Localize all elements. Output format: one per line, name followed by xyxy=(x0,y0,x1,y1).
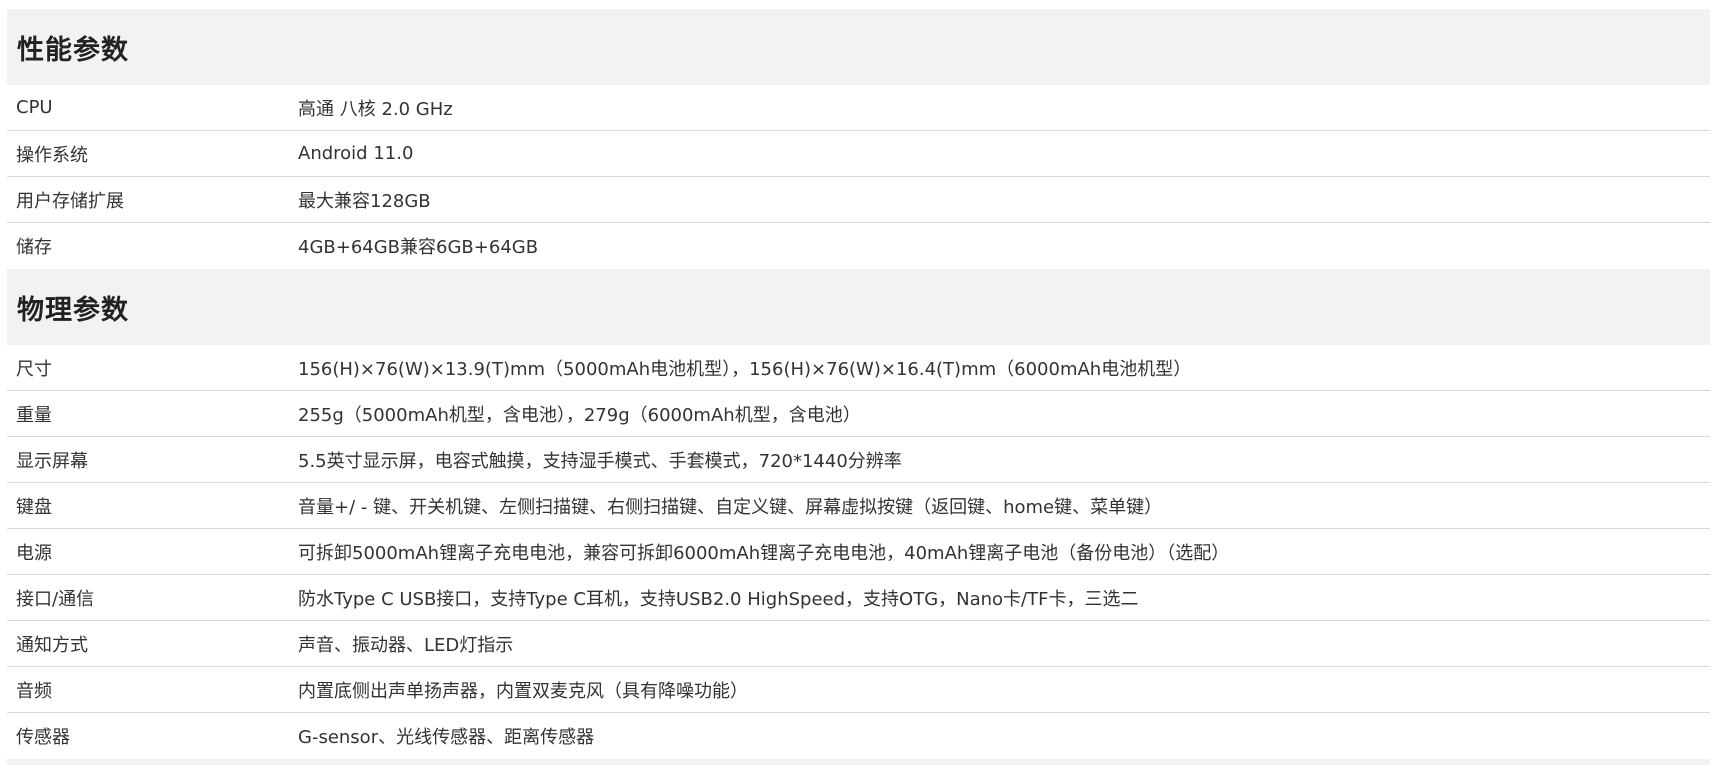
spec-row-display: 显示屏幕 5.5英寸显示屏，电容式触摸，支持湿手模式、手套模式，720*1440… xyxy=(7,437,1710,483)
spec-value: 声音、振动器、LED灯指示 xyxy=(298,634,514,656)
spec-row-interface: 接口/通信 防水Type C USB接口，支持Type C耳机，支持USB2.0… xyxy=(7,575,1710,621)
spec-value: 5.5英寸显示屏，电容式触摸，支持湿手模式、手套模式，720*1440分辨率 xyxy=(298,450,902,472)
spec-label: CPU xyxy=(16,97,53,118)
spec-row-weight: 重量 255g（5000mAh机型，含电池），279g（6000mAh机型，含电… xyxy=(7,391,1710,437)
spec-label: 键盘 xyxy=(16,496,52,518)
spec-value: 最大兼容128GB xyxy=(298,190,431,212)
spec-label: 音频 xyxy=(16,680,52,702)
spec-row-cpu: CPU 高通 八核 2.0 GHz xyxy=(7,85,1710,131)
spec-value: 音量+/ - 键、开关机键、左侧扫描键、右侧扫描键、自定义键、屏幕虚拟按键（返回… xyxy=(298,496,1163,518)
spec-row-audio: 音频 内置底侧出声单扬声器，内置双麦克风（具有降噪功能） xyxy=(7,667,1710,713)
spec-value: 防水Type C USB接口，支持Type C耳机，支持USB2.0 HighS… xyxy=(298,588,1139,610)
spec-value: G-sensor、光线传感器、距离传感器 xyxy=(298,727,595,748)
spec-label: 重量 xyxy=(16,404,52,426)
spec-label: 传感器 xyxy=(16,727,70,748)
spec-label: 储存 xyxy=(16,237,52,258)
spec-value: Android 11.0 xyxy=(298,143,414,164)
spec-row-power: 电源 可拆卸5000mAh锂离子充电电池，兼容可拆卸6000mAh锂离子充电电池… xyxy=(7,529,1710,575)
section-header-physical: 物理参数 xyxy=(7,269,1710,345)
spec-value: 可拆卸5000mAh锂离子充电电池，兼容可拆卸6000mAh锂离子充电电池，40… xyxy=(298,542,1230,564)
spec-value: 4GB+64GB兼容6GB+64GB xyxy=(298,237,539,258)
spec-label: 接口/通信 xyxy=(16,588,95,610)
spec-row-keyboard: 键盘 音量+/ - 键、开关机键、左侧扫描键、右侧扫描键、自定义键、屏幕虚拟按键… xyxy=(7,483,1710,529)
spec-value: 内置底侧出声单扬声器，内置双麦克风（具有降噪功能） xyxy=(298,680,748,702)
section-title: 物理参数 xyxy=(17,294,129,326)
spec-value: 156(H)×76(W)×13.9(T)mm（5000mAh电池机型），156(… xyxy=(298,358,1192,380)
spec-label: 尺寸 xyxy=(16,358,52,380)
spec-label: 电源 xyxy=(16,542,52,564)
spec-row-sensors: 传感器 G-sensor、光线传感器、距离传感器 xyxy=(7,713,1710,759)
spec-table: 性能参数 CPU 高通 八核 2.0 GHz 操作系统 Android 11.0… xyxy=(7,9,1710,765)
spec-row-storage: 储存 4GB+64GB兼容6GB+64GB xyxy=(7,223,1710,269)
section-title: 性能参数 xyxy=(17,34,129,66)
bottom-divider xyxy=(7,759,1710,765)
spec-row-os: 操作系统 Android 11.0 xyxy=(7,131,1710,177)
section-header-performance: 性能参数 xyxy=(7,9,1710,85)
spec-row-dimensions: 尺寸 156(H)×76(W)×13.9(T)mm（5000mAh电池机型），1… xyxy=(7,345,1710,391)
spec-label: 操作系统 xyxy=(16,144,88,166)
spec-label: 通知方式 xyxy=(16,634,88,656)
spec-label: 用户存储扩展 xyxy=(16,190,124,212)
spec-label: 显示屏幕 xyxy=(16,450,88,472)
spec-value: 高通 八核 2.0 GHz xyxy=(298,98,453,120)
spec-row-storage-expansion: 用户存储扩展 最大兼容128GB xyxy=(7,177,1710,223)
spec-row-notification: 通知方式 声音、振动器、LED灯指示 xyxy=(7,621,1710,667)
spec-value: 255g（5000mAh机型，含电池），279g（6000mAh机型，含电池） xyxy=(298,404,861,426)
